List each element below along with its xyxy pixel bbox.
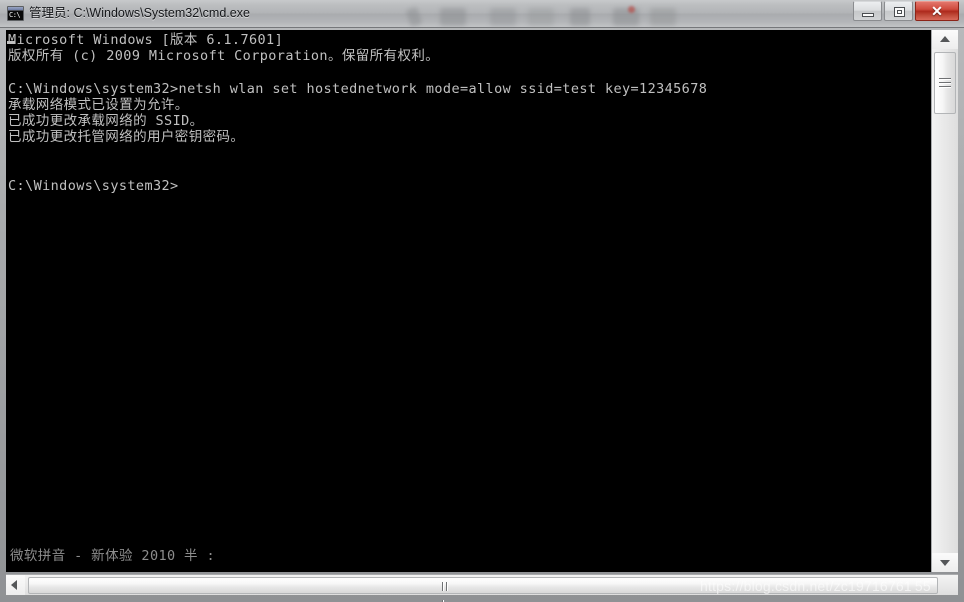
- icon-prompt-text: C:\: [8, 11, 23, 20]
- desktop-ghost-icon: [628, 6, 635, 13]
- desktop-ghost-icon: [405, 6, 423, 28]
- desktop-ghost-icon: [490, 8, 516, 26]
- horizontal-scrollbar-thumb[interactable]: [28, 577, 938, 602]
- minimize-icon: [862, 13, 874, 17]
- ime-status-line: 微软拼音 - 新体验 2010 半 :: [10, 548, 216, 564]
- console-text: Microsoft Windows [版本 6.1.7601] 版权所有 (c)…: [8, 32, 708, 194]
- desktop-ghost-icon: [613, 8, 639, 26]
- console-output-area[interactable]: Microsoft Windows [版本 6.1.7601] 版权所有 (c)…: [6, 30, 931, 572]
- horizontal-scrollbar[interactable]: [6, 574, 958, 602]
- minimize-button[interactable]: [853, 1, 882, 21]
- window-title: 管理员: C:\Windows\System32\cmd.exe: [29, 6, 250, 20]
- scroll-up-button[interactable]: [932, 30, 958, 49]
- desktop-ghost-icon: [528, 8, 554, 26]
- cmd-console-icon[interactable]: C:\: [7, 6, 24, 21]
- restore-icon: [894, 7, 905, 17]
- close-button[interactable]: ✕: [915, 1, 959, 21]
- scrollbar-grip-icon: [939, 78, 951, 88]
- title-bar[interactable]: C:\ 管理员: C:\Windows\System32\cmd.exe ✕: [0, 0, 964, 28]
- maximize-restore-button[interactable]: [884, 1, 913, 21]
- desktop-ghost-icon: [570, 8, 590, 26]
- desktop-ghost-icon: [440, 8, 466, 26]
- triangle-down-icon: [940, 560, 950, 566]
- vertical-scrollbar-thumb[interactable]: [934, 52, 956, 114]
- scroll-down-button[interactable]: [932, 553, 958, 572]
- desktop-ghost-icon: [650, 8, 676, 26]
- cmd-window: C:\ 管理员: C:\Windows\System32\cmd.exe ✕ M…: [0, 0, 964, 602]
- triangle-up-icon: [940, 36, 950, 42]
- triangle-left-icon: [11, 580, 17, 590]
- scroll-left-button[interactable]: [6, 575, 25, 595]
- close-icon: ✕: [931, 3, 943, 19]
- vertical-scrollbar[interactable]: [931, 30, 958, 572]
- scrollbar-grip-icon: [442, 582, 452, 602]
